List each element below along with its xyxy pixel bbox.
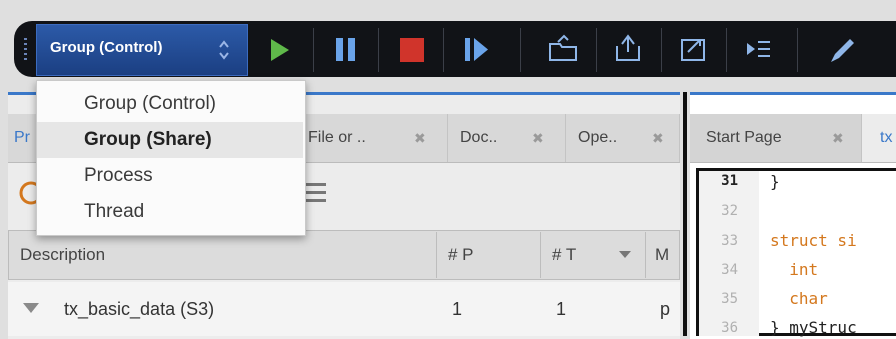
menu-item-label: Group (Share) xyxy=(84,129,212,150)
tab-file[interactable]: File or .. ✖ xyxy=(296,114,448,162)
toolbar-separator xyxy=(520,28,521,72)
menu-item-label: Process xyxy=(84,165,153,186)
tab-label: Doc.. xyxy=(460,129,498,146)
close-icon[interactable]: ✖ xyxy=(532,114,544,162)
toolbar-separator xyxy=(443,28,444,72)
open-folder-button[interactable] xyxy=(538,24,590,76)
line-number: 34 xyxy=(721,262,738,278)
menu-item-thread[interactable]: Thread xyxy=(37,194,303,230)
toolbar-separator xyxy=(661,28,662,72)
toolbar-separator xyxy=(797,28,798,72)
stop-button[interactable] xyxy=(385,24,437,76)
panel-splitter[interactable] xyxy=(683,92,687,336)
column-description[interactable]: Description xyxy=(20,230,105,280)
export-button[interactable] xyxy=(668,24,720,76)
next-line-button[interactable] xyxy=(733,24,785,76)
save-icon xyxy=(616,34,640,61)
save-button[interactable] xyxy=(603,24,655,76)
line-number: 31 xyxy=(721,173,738,189)
scope-selector-value: Group (Control) xyxy=(50,39,163,56)
step-forward-button[interactable] xyxy=(450,24,502,76)
toolbar-separator xyxy=(596,28,597,72)
line-number-gutter xyxy=(699,171,759,336)
tab-processes[interactable]: Pr xyxy=(8,114,38,162)
pause-button[interactable] xyxy=(320,24,372,76)
tab-label: Ope.. xyxy=(578,129,618,146)
tab-label: Pr xyxy=(14,129,30,146)
row-process-count: 1 xyxy=(452,299,463,319)
tab-label: Start Page xyxy=(706,129,782,146)
tab-source-file[interactable]: tx xyxy=(862,114,896,162)
close-icon[interactable]: ✖ xyxy=(832,114,844,162)
menu-item-group-control[interactable]: Group (Control) xyxy=(37,86,303,122)
process-table-header xyxy=(8,230,680,280)
play-button[interactable] xyxy=(254,24,306,76)
column-divider[interactable] xyxy=(436,232,437,278)
toolbar-separator xyxy=(726,28,727,72)
column-divider[interactable] xyxy=(645,232,646,278)
tab-open[interactable]: Ope.. ✖ xyxy=(566,114,680,162)
tab-label: tx xyxy=(880,129,893,146)
expand-triangle-icon[interactable] xyxy=(22,301,40,315)
toolbar-separator xyxy=(313,28,314,72)
play-icon xyxy=(271,39,289,61)
open-folder-icon xyxy=(549,34,577,61)
line-number: 33 xyxy=(721,233,738,249)
line-number: 36 xyxy=(721,320,738,336)
column-processes[interactable]: # P xyxy=(448,230,474,280)
code-line: struct si xyxy=(770,231,857,250)
stop-icon xyxy=(400,38,424,62)
code-line: int xyxy=(770,260,819,279)
code-line: } xyxy=(770,172,780,191)
pencil-icon xyxy=(831,39,854,62)
line-number: 35 xyxy=(721,291,738,307)
menu-lines-icon[interactable] xyxy=(306,178,328,206)
toolbar-separator xyxy=(378,28,379,72)
next-line-icon xyxy=(747,41,770,57)
menu-item-process[interactable]: Process xyxy=(37,158,303,194)
pause-icon xyxy=(336,38,355,61)
row-thread-count: 1 xyxy=(556,299,567,319)
toolbar-grip-handle[interactable] xyxy=(24,38,27,60)
step-forward-icon xyxy=(465,38,488,61)
edit-button[interactable] xyxy=(817,24,869,76)
column-threads[interactable]: # T xyxy=(552,230,576,280)
row-description: tx_basic_data (S3) xyxy=(64,299,215,319)
menu-item-label: Group (Control) xyxy=(84,93,216,114)
column-divider[interactable] xyxy=(540,232,541,278)
tab-start-page[interactable]: Start Page ✖ xyxy=(690,114,862,162)
tab-label: File or .. xyxy=(308,129,366,146)
menu-item-group-share[interactable]: Group (Share) xyxy=(37,122,303,158)
close-icon[interactable]: ✖ xyxy=(652,114,664,162)
sort-descending-icon[interactable] xyxy=(618,250,632,260)
close-icon[interactable]: ✖ xyxy=(414,114,426,162)
code-line: char xyxy=(770,289,828,308)
code-line: } myStruc xyxy=(770,318,857,337)
line-number: 32 xyxy=(721,203,738,219)
menu-item-label: Thread xyxy=(84,201,145,222)
column-m[interactable]: M xyxy=(655,230,669,280)
row-m: p xyxy=(660,299,671,319)
updown-chevron-icon xyxy=(219,40,229,60)
export-icon xyxy=(681,39,705,61)
tab-documents[interactable]: Doc.. ✖ xyxy=(448,114,566,162)
